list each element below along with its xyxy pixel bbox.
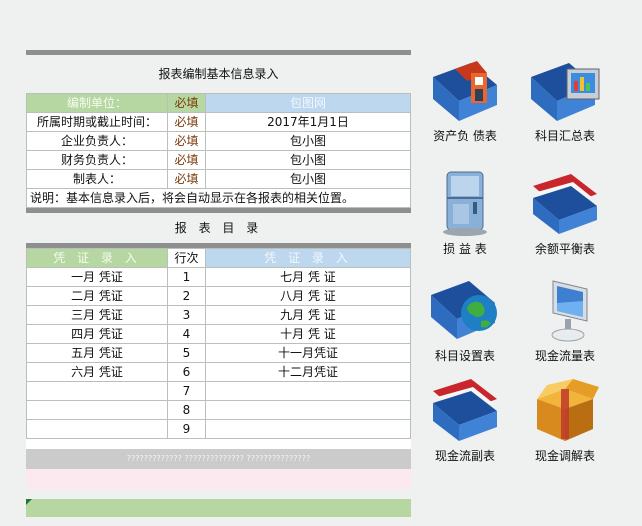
voucher-link-aug[interactable]: 八月 凭 证 (205, 286, 411, 306)
row-number: 7 (167, 381, 206, 401)
catalog-row: 一月 凭证 1 七月 凭 证 (26, 267, 411, 287)
footer-garbled-text: ????????????? ?????????????? ???????????… (26, 449, 411, 469)
catalog-row: 六月 凭证 6 十二月凭证 (26, 362, 411, 382)
basic-info-row: 财务负责人： 必填 包小图 (26, 150, 411, 170)
account-setup-label: 科目设置表 (434, 349, 495, 363)
basic-info-table: 编制单位： 必填 包图网 所属时期或截止时间： 必填 2017年1月1日 企业负… (26, 93, 411, 189)
balance-sheet-tile[interactable]: 资产负 债表 (420, 55, 510, 144)
catalog-table: 凭 证 录 入 行次 凭 证 录 入 一月 凭证 1 七月 凭 证 二月 凭证 … (26, 248, 411, 439)
basic-info-note: 说明：基本信息录入后，将会自动显示在各报表的相关位置。 (26, 189, 411, 208)
voucher-link-jan[interactable]: 一月 凭证 (26, 267, 168, 287)
field-label: 财务负责人： (26, 150, 168, 170)
footer-band (26, 469, 411, 489)
voucher-link-mar[interactable]: 三月 凭证 (26, 305, 168, 325)
basic-info-row: 企业负责人： 必填 包小图 (26, 131, 411, 151)
catalog-row: 9 (26, 419, 411, 439)
package-box-icon (537, 379, 599, 441)
balance-sheet-label: 资产负 债表 (433, 129, 497, 143)
voucher-link-oct[interactable]: 十月 凭 证 (205, 324, 411, 344)
preparer-value-field[interactable]: 包小图 (205, 169, 411, 189)
cash-flow-label: 现金流量表 (534, 349, 595, 363)
income-statement-tile[interactable]: 损 益 表 (420, 168, 510, 257)
field-label: 企业负责人： (26, 131, 168, 151)
voucher-link-jun[interactable]: 六月 凭证 (26, 362, 168, 382)
row-number: 4 (167, 324, 206, 344)
catalog-row: 五月 凭证 5 十一月凭证 (26, 343, 411, 363)
globe-folder-icon (431, 281, 497, 339)
catalog-header-right: 凭 证 录 入 (205, 248, 411, 268)
catalog-row: 二月 凭证 2 八月 凭 证 (26, 286, 411, 306)
trial-balance-tile[interactable]: 余额平衡表 (520, 168, 610, 257)
manager-value-field[interactable]: 包小图 (205, 131, 411, 151)
cash-flow-tile[interactable]: 现金流量表 (520, 275, 610, 364)
empty-cell (26, 400, 168, 420)
row-number: 5 (167, 343, 206, 363)
row-number: 2 (167, 286, 206, 306)
footer-gap (26, 489, 411, 499)
red-folder-icon (533, 174, 597, 234)
empty-cell (205, 381, 411, 401)
catalog-header-mid: 行次 (167, 248, 206, 268)
cash-flow-sub-tile[interactable]: 现金流副表 (420, 375, 510, 464)
org-value-field[interactable]: 包图网 (205, 93, 411, 113)
catalog-row: 7 (26, 381, 411, 401)
org-label: 编制单位： (26, 93, 168, 113)
income-statement-label: 损 益 表 (443, 242, 487, 256)
basic-info-title: 报表编制基本信息录入 (26, 55, 411, 93)
basic-info-row: 制表人： 必填 包小图 (26, 169, 411, 189)
row-number: 8 (167, 400, 206, 420)
required-marker: 必填 (167, 150, 206, 170)
empty-cell (26, 381, 168, 401)
red-blue-folder-icon (433, 379, 497, 441)
account-summary-tile[interactable]: 科目汇总表 (520, 55, 610, 144)
voucher-link-nov[interactable]: 十一月凭证 (205, 343, 411, 363)
row-number: 1 (167, 267, 206, 287)
row-number: 6 (167, 362, 206, 382)
voucher-link-sep[interactable]: 九月 凭 证 (205, 305, 411, 325)
cash-reconciliation-label: 现金调解表 (534, 449, 595, 463)
org-required: 必填 (167, 93, 206, 113)
account-setup-tile[interactable]: 科目设置表 (420, 275, 510, 364)
catalog-row: 四月 凭证 4 十月 凭 证 (26, 324, 411, 344)
field-label: 所属时期或截止时间： (26, 112, 168, 132)
basic-info-header-row: 编制单位： 必填 包图网 (26, 93, 411, 113)
catalog-header-row: 凭 证 录 入 行次 凭 证 录 入 (26, 248, 411, 268)
required-marker: 必填 (167, 131, 206, 151)
voucher-link-dec[interactable]: 十二月凭证 (205, 362, 411, 382)
voucher-link-may[interactable]: 五月 凭证 (26, 343, 168, 363)
left-panel: 报表编制基本信息录入 编制单位： 必填 包图网 所属时期或截止时间： 必填 20… (26, 50, 411, 517)
trial-balance-label: 余额平衡表 (534, 242, 595, 256)
cash-flow-sub-label: 现金流副表 (434, 449, 495, 463)
desktop-computer-icon (551, 280, 588, 342)
footer-spacer (26, 439, 411, 449)
voucher-link-feb[interactable]: 二月 凭证 (26, 286, 168, 306)
period-value-field[interactable]: 2017年1月1日 (205, 112, 411, 132)
row-number: 3 (167, 305, 206, 325)
catalog-row: 三月 凭证 3 九月 凭 证 (26, 305, 411, 325)
cash-reconciliation-tile[interactable]: 现金调解表 (520, 375, 610, 464)
empty-cell (26, 419, 168, 439)
voucher-link-jul[interactable]: 七月 凭 证 (205, 267, 411, 287)
catalog-row: 8 (26, 400, 411, 420)
required-marker: 必填 (167, 169, 206, 189)
basic-info-row: 所属时期或截止时间： 必填 2017年1月1日 (26, 112, 411, 132)
catalog-header-left: 凭 证 录 入 (26, 248, 168, 268)
finance-manager-value-field[interactable]: 包小图 (205, 150, 411, 170)
fridge-icon (443, 171, 487, 236)
required-marker: 必填 (167, 112, 206, 132)
empty-cell (205, 400, 411, 420)
field-label: 制表人： (26, 169, 168, 189)
account-summary-label: 科目汇总表 (534, 129, 595, 143)
row-number: 9 (167, 419, 206, 439)
footer-bar (26, 499, 411, 517)
monitor-folder-icon (531, 63, 600, 121)
empty-cell (205, 419, 411, 439)
voucher-link-apr[interactable]: 四月 凭证 (26, 324, 168, 344)
house-folder-icon (433, 61, 497, 121)
catalog-title: 报 表 目 录 (26, 213, 411, 243)
